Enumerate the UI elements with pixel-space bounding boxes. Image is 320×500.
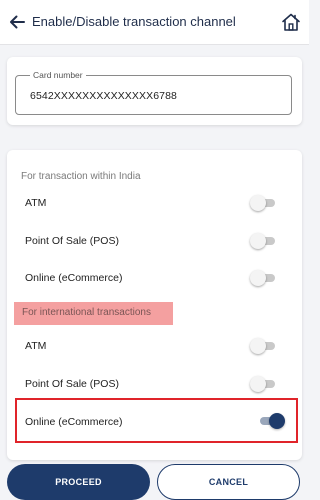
domestic-online-label: Online (eCommerce) — [25, 272, 123, 284]
toggle-knob — [250, 195, 266, 211]
toggle-knob — [250, 233, 266, 249]
domestic-online-toggle[interactable] — [250, 269, 278, 287]
arrow-left-icon — [10, 15, 25, 29]
toggle-knob — [250, 270, 266, 286]
app-header: Enable/Disable transaction channel — [0, 0, 309, 45]
toggle-knob — [250, 338, 266, 354]
card-number-label: Card number — [30, 70, 86, 81]
page-title: Enable/Disable transaction channel — [32, 14, 236, 29]
international-section-title: For international transactions — [22, 307, 151, 318]
card-number-field[interactable]: Card number 6542XXXXXXXXXXXXXX6788 — [15, 70, 292, 115]
toggle-knob — [250, 376, 266, 392]
domestic-pos-toggle[interactable] — [250, 232, 278, 250]
domestic-atm-toggle[interactable] — [250, 194, 278, 212]
card-number-value: 6542XXXXXXXXXXXXXX6788 — [30, 90, 177, 102]
international-atm-toggle[interactable] — [250, 337, 278, 355]
card-number-card: Card number 6542XXXXXXXXXXXXXX6788 — [7, 57, 302, 125]
domestic-section-title: For transaction within India — [21, 171, 141, 182]
international-atm-label: ATM — [25, 340, 47, 352]
domestic-pos-label: Point Of Sale (POS) — [25, 235, 119, 247]
highlight-box — [15, 398, 298, 443]
international-pos-toggle[interactable] — [250, 375, 278, 393]
home-icon — [282, 13, 300, 31]
back-button[interactable] — [6, 11, 28, 33]
cancel-button[interactable]: CANCEL — [157, 464, 300, 500]
home-button[interactable] — [279, 10, 303, 34]
proceed-button[interactable]: PROCEED — [7, 464, 150, 500]
international-pos-label: Point Of Sale (POS) — [25, 378, 119, 390]
domestic-atm-label: ATM — [25, 197, 47, 209]
